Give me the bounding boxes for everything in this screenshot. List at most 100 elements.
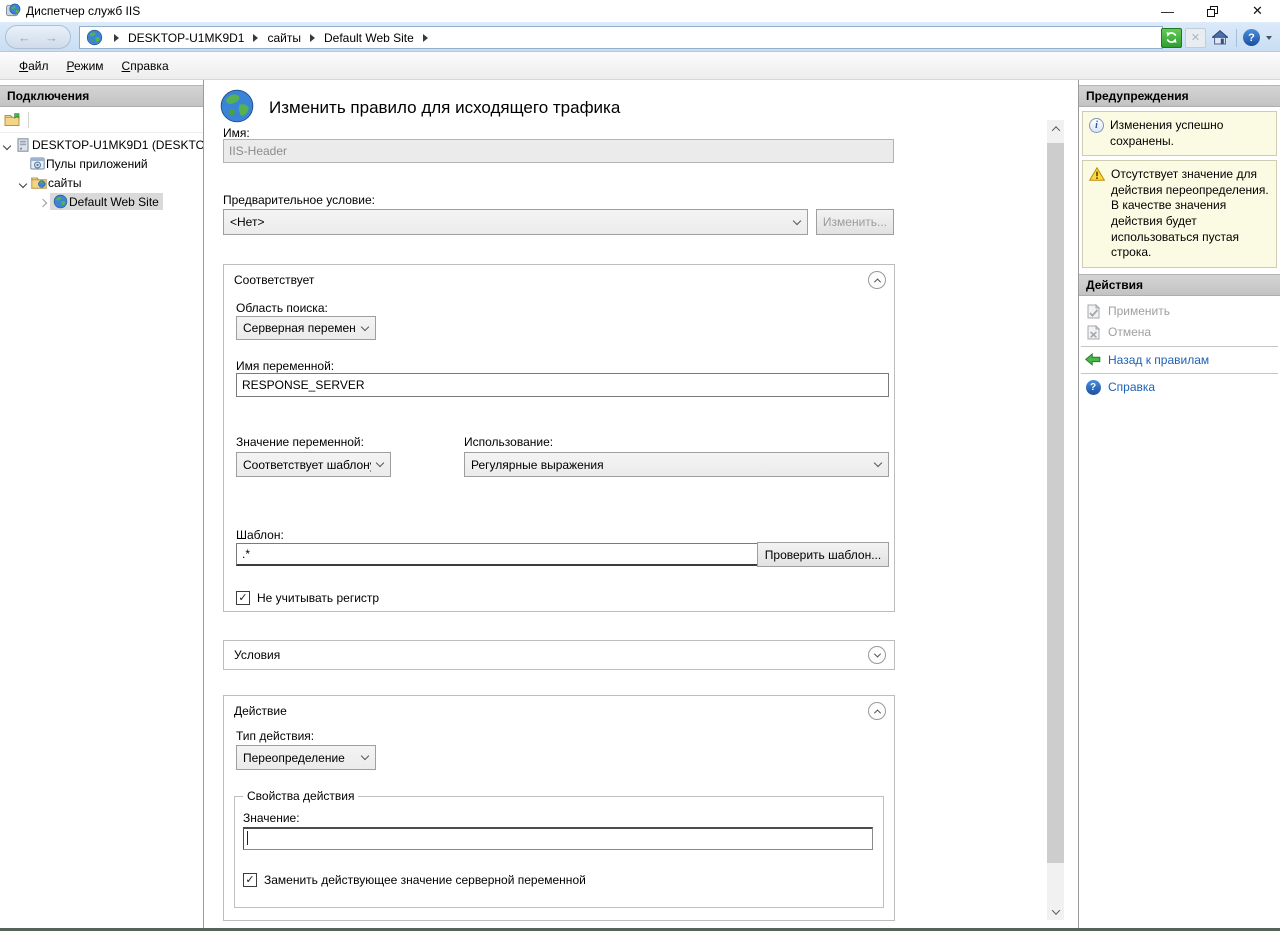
checkbox-checked-icon[interactable]: ✓ bbox=[243, 873, 257, 887]
name-input bbox=[223, 139, 894, 163]
warning-alert-text: Отсутствует значение для действия переоп… bbox=[1111, 167, 1271, 261]
collapse-section-icon[interactable] bbox=[868, 271, 886, 289]
chevron-down-icon bbox=[376, 459, 384, 467]
checkbox-checked-icon[interactable]: ✓ bbox=[236, 591, 250, 605]
minimize-button[interactable]: — bbox=[1145, 0, 1190, 22]
cancel-label: Отмена bbox=[1108, 325, 1151, 339]
chevron-down-icon bbox=[361, 322, 369, 330]
tree-item-label: DESKTOP-U1MK9D1 (DESKTOP bbox=[32, 138, 203, 152]
toolbar-divider bbox=[1236, 29, 1237, 47]
cancel-icon bbox=[1085, 325, 1101, 340]
globe-icon bbox=[86, 29, 103, 46]
scroll-down-icon[interactable] bbox=[1047, 903, 1064, 920]
help-icon[interactable]: ? bbox=[1243, 29, 1260, 46]
navigation-cloud: ← → bbox=[5, 25, 71, 49]
title-bar: Диспетчер служб IIS — ✕ bbox=[0, 0, 1280, 22]
variable-value-label: Значение переменной: bbox=[236, 435, 364, 449]
alerts-title: Предупреждения bbox=[1086, 89, 1189, 103]
pattern-input[interactable] bbox=[236, 543, 758, 566]
apply-icon bbox=[1085, 304, 1101, 319]
breadcrumb-separator-icon bbox=[423, 34, 428, 42]
precondition-select[interactable]: <Нет> bbox=[223, 209, 808, 235]
feature-globe-icon bbox=[219, 88, 255, 127]
test-pattern-button[interactable]: Проверить шаблон... bbox=[757, 542, 889, 567]
menu-help[interactable]: Справка bbox=[113, 55, 178, 77]
tree-item-app-pools[interactable]: Пулы приложений bbox=[0, 154, 203, 173]
warning-alert: Отсутствует значение для действия переоп… bbox=[1082, 160, 1277, 268]
refresh-icon[interactable] bbox=[1161, 28, 1182, 48]
scrollbar-thumb[interactable] bbox=[1047, 143, 1064, 863]
breadcrumb[interactable]: DESKTOP-U1MK9D1 сайты Default Web Site bbox=[79, 26, 1163, 49]
save-connections-icon[interactable] bbox=[4, 112, 22, 127]
help-dropdown-caret-icon[interactable] bbox=[1266, 36, 1272, 40]
back-to-rules-label[interactable]: Назад к правилам bbox=[1108, 353, 1209, 367]
replace-value-checkrow[interactable]: ✓ Заменить действующее значение серверно… bbox=[243, 873, 586, 887]
action-type-value: Переопределение bbox=[243, 751, 356, 765]
chevron-collapsed-icon[interactable] bbox=[40, 195, 50, 209]
action-type-select[interactable]: Переопределение bbox=[236, 745, 376, 770]
chevron-expanded-icon[interactable] bbox=[20, 176, 30, 190]
edit-precondition-button[interactable]: Изменить... bbox=[816, 209, 894, 235]
breadcrumb-separator-icon bbox=[114, 34, 119, 42]
menu-view[interactable]: Режим bbox=[58, 55, 113, 77]
info-alert: i Изменения успешно сохранены. bbox=[1082, 111, 1277, 156]
connections-toolbar bbox=[0, 107, 203, 133]
warning-icon bbox=[1089, 167, 1105, 261]
variable-name-label: Имя переменной: bbox=[236, 359, 334, 373]
action-properties-title: Свойства действия bbox=[243, 789, 358, 803]
precondition-value: <Нет> bbox=[230, 215, 788, 229]
apply-label: Применить bbox=[1108, 304, 1170, 318]
match-section-title: Соответствует bbox=[234, 273, 868, 287]
variable-name-input[interactable] bbox=[236, 373, 889, 397]
info-alert-text: Изменения успешно сохранены. bbox=[1110, 118, 1271, 149]
tree-selection[interactable]: Default Web Site bbox=[50, 193, 163, 210]
forward-nav-icon[interactable]: → bbox=[45, 31, 58, 44]
expand-section-icon[interactable] bbox=[868, 646, 886, 664]
vertical-scrollbar[interactable] bbox=[1047, 120, 1064, 920]
back-to-rules-action[interactable]: Назад к правилам bbox=[1079, 350, 1280, 370]
right-panel: Предупреждения i Изменения успешно сохра… bbox=[1078, 80, 1280, 928]
breadcrumb-item-default-web-site[interactable]: Default Web Site bbox=[324, 31, 414, 45]
help-action[interactable]: ? Справка bbox=[1079, 377, 1280, 398]
main-content: Изменить правило для исходящего трафика … bbox=[205, 80, 1078, 928]
help-label[interactable]: Справка bbox=[1108, 380, 1155, 394]
application-pools-icon bbox=[28, 157, 46, 170]
chevron-down-icon bbox=[793, 216, 801, 224]
scroll-up-icon[interactable] bbox=[1047, 120, 1064, 137]
close-button[interactable]: ✕ bbox=[1235, 0, 1280, 22]
conditions-section-title: Условия bbox=[234, 648, 868, 662]
ignore-case-label: Не учитывать регистр bbox=[257, 591, 379, 605]
variable-value-value: Соответствует шаблону bbox=[243, 458, 371, 472]
tree-item-server[interactable]: DESKTOP-U1MK9D1 (DESKTOP bbox=[0, 135, 203, 154]
search-scope-select[interactable]: Серверная переменн bbox=[236, 316, 376, 340]
tree-item-default-web-site[interactable]: Default Web Site bbox=[0, 192, 203, 211]
chevron-expanded-icon[interactable] bbox=[4, 138, 14, 152]
chevron-down-icon bbox=[874, 459, 882, 467]
actions-divider bbox=[1081, 373, 1278, 374]
breadcrumb-separator-icon bbox=[253, 34, 258, 42]
toolbar-divider bbox=[28, 112, 29, 128]
back-nav-icon[interactable]: ← bbox=[18, 31, 31, 44]
server-icon bbox=[14, 138, 32, 152]
using-select[interactable]: Регулярные выражения bbox=[464, 452, 889, 477]
name-label: Имя: bbox=[223, 126, 250, 140]
breadcrumb-item-server[interactable]: DESKTOP-U1MK9D1 bbox=[128, 31, 244, 45]
variable-value-select[interactable]: Соответствует шаблону bbox=[236, 452, 391, 477]
connections-tree: DESKTOP-U1MK9D1 (DESKTOP Пулы приложений… bbox=[0, 133, 203, 211]
replace-value-label: Заменить действующее значение серверной … bbox=[264, 873, 586, 887]
ignore-case-checkrow[interactable]: ✓ Не учитывать регистр bbox=[236, 591, 379, 605]
connections-panel: Подключения DESKTOP-U1MK9D1 (DESKTOP Пул… bbox=[0, 80, 204, 928]
tree-item-sites[interactable]: сайты bbox=[0, 173, 203, 192]
menu-file[interactable]: Файл bbox=[10, 55, 58, 77]
page-title: Изменить правило для исходящего трафика bbox=[269, 98, 620, 118]
action-type-label: Тип действия: bbox=[236, 729, 314, 743]
breadcrumb-item-sites[interactable]: сайты bbox=[267, 31, 301, 45]
collapse-section-icon[interactable] bbox=[868, 702, 886, 720]
action-value-input[interactable] bbox=[243, 827, 873, 850]
pattern-label: Шаблон: bbox=[236, 528, 284, 542]
action-properties-group: Свойства действия Значение: ✓ Заменить д… bbox=[234, 796, 884, 908]
restore-button[interactable] bbox=[1190, 0, 1235, 22]
breadcrumb-separator-icon bbox=[310, 34, 315, 42]
help-icon: ? bbox=[1085, 380, 1101, 395]
home-icon[interactable] bbox=[1209, 28, 1230, 48]
